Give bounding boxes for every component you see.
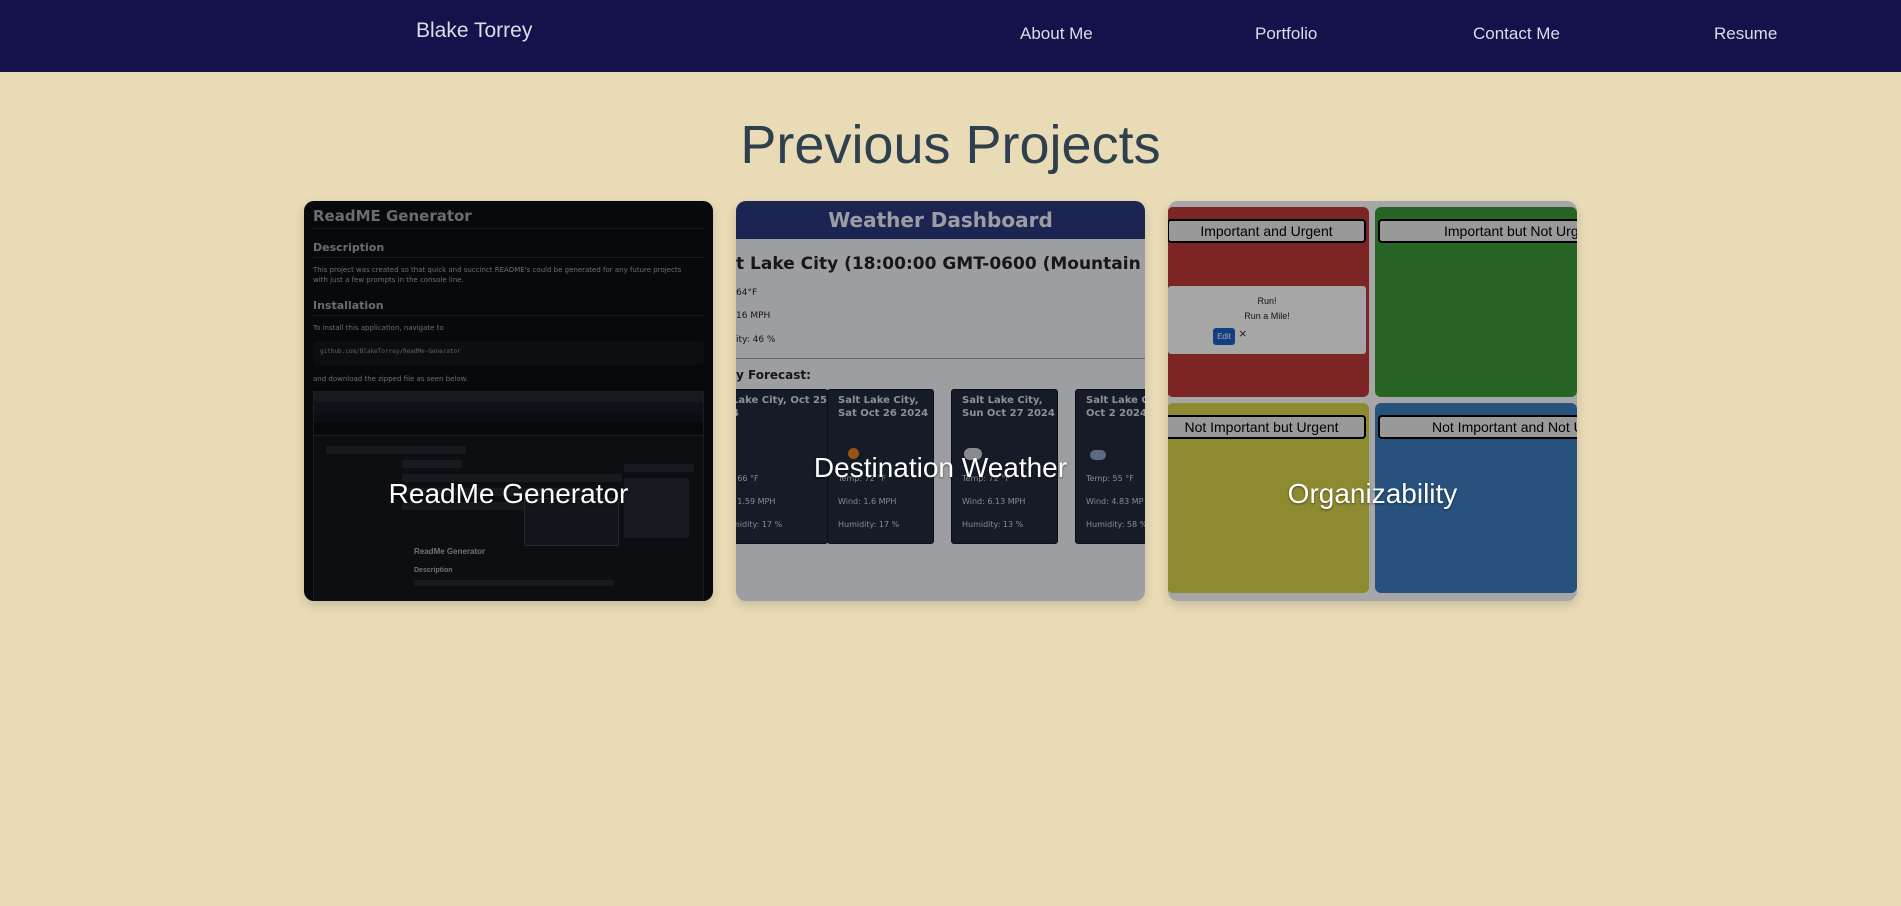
nav-resume[interactable]: Resume <box>1714 24 1777 44</box>
site-header: Blake Torrey About Me Portfolio Contact … <box>0 0 1901 72</box>
page-title: Previous Projects <box>740 115 1161 175</box>
project-card-organizability[interactable]: Important and Urgent Run! Run a Mile! Ed… <box>1168 201 1577 601</box>
project-label: ReadMe Generator <box>388 478 629 509</box>
project-card-readme-generator[interactable]: ReadME Generator Description This projec… <box>304 201 713 601</box>
project-label: Destination Weather <box>813 452 1068 483</box>
nav-about-me[interactable]: About Me <box>1020 24 1093 44</box>
project-label: Organizability <box>1287 478 1458 509</box>
nav-portfolio[interactable]: Portfolio <box>1255 24 1317 44</box>
project-card-destination-weather[interactable]: Weather Dashboard t Lake City (18:00:00 … <box>736 201 1145 601</box>
brand-name[interactable]: Blake Torrey <box>416 19 532 43</box>
nav-contact-me[interactable]: Contact Me <box>1473 24 1560 44</box>
